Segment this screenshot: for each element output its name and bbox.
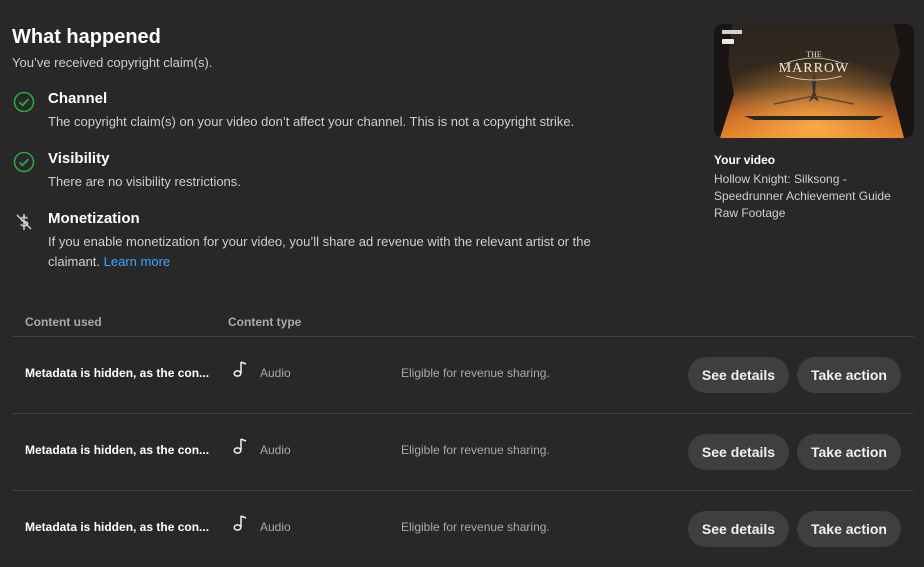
see-details-button[interactable]: See details bbox=[688, 434, 789, 470]
content-used-cell: Metadata is hidden, as the con... bbox=[25, 520, 210, 534]
revenue-status: Eligible for revenue sharing. bbox=[401, 443, 550, 457]
see-details-button[interactable]: See details bbox=[688, 357, 789, 393]
table-row: Metadata is hidden, as the con... Audio … bbox=[12, 490, 914, 567]
status-visibility: Visibility There are no visibility restr… bbox=[12, 150, 632, 200]
content-type-cell: Audio bbox=[260, 520, 291, 534]
your-video-label: Your video bbox=[714, 153, 776, 167]
learn-more-link[interactable]: Learn more bbox=[104, 254, 170, 269]
status-channel-title: Channel bbox=[48, 90, 108, 107]
music-note-icon bbox=[233, 515, 247, 531]
check-circle-icon bbox=[13, 151, 35, 173]
thumbnail-text: MARROW bbox=[779, 61, 850, 76]
content-used-cell: Metadata is hidden, as the con... bbox=[25, 443, 210, 457]
music-note-icon bbox=[233, 361, 247, 377]
take-action-button[interactable]: Take action bbox=[797, 434, 901, 470]
status-monetization: Monetization If you enable monetization … bbox=[12, 210, 632, 274]
video-thumbnail[interactable]: THE MARROW bbox=[714, 24, 914, 138]
page-title: What happened bbox=[12, 26, 161, 48]
content-used-cell: Metadata is hidden, as the con... bbox=[25, 366, 210, 380]
table-row: Metadata is hidden, as the con... Audio … bbox=[12, 336, 914, 413]
status-visibility-desc: There are no visibility restrictions. bbox=[48, 174, 241, 189]
column-header-content-used: Content used bbox=[25, 315, 102, 329]
table-row: Metadata is hidden, as the con... Audio … bbox=[12, 413, 914, 490]
video-title: Hollow Knight: Silksong - Speedrunner Ac… bbox=[714, 172, 891, 220]
monetization-off-icon bbox=[16, 214, 32, 230]
status-channel-desc: The copyright claim(s) on your video don… bbox=[48, 114, 575, 129]
page-subtitle: You’ve received copyright claim(s). bbox=[12, 55, 213, 70]
revenue-status: Eligible for revenue sharing. bbox=[401, 366, 550, 380]
status-visibility-title: Visibility bbox=[48, 150, 110, 167]
music-note-icon bbox=[233, 438, 247, 454]
take-action-button[interactable]: Take action bbox=[797, 357, 901, 393]
column-header-content-type: Content type bbox=[228, 315, 302, 329]
status-channel: Channel The copyright claim(s) on your v… bbox=[12, 90, 632, 140]
status-monetization-desc: If you enable monetization for your vide… bbox=[48, 234, 591, 269]
content-type-cell: Audio bbox=[260, 443, 291, 457]
content-type-cell: Audio bbox=[260, 366, 291, 380]
revenue-status: Eligible for revenue sharing. bbox=[401, 520, 550, 534]
thumbnail-text-top: THE bbox=[806, 50, 822, 59]
check-circle-icon bbox=[13, 91, 35, 113]
status-monetization-title: Monetization bbox=[48, 210, 140, 227]
